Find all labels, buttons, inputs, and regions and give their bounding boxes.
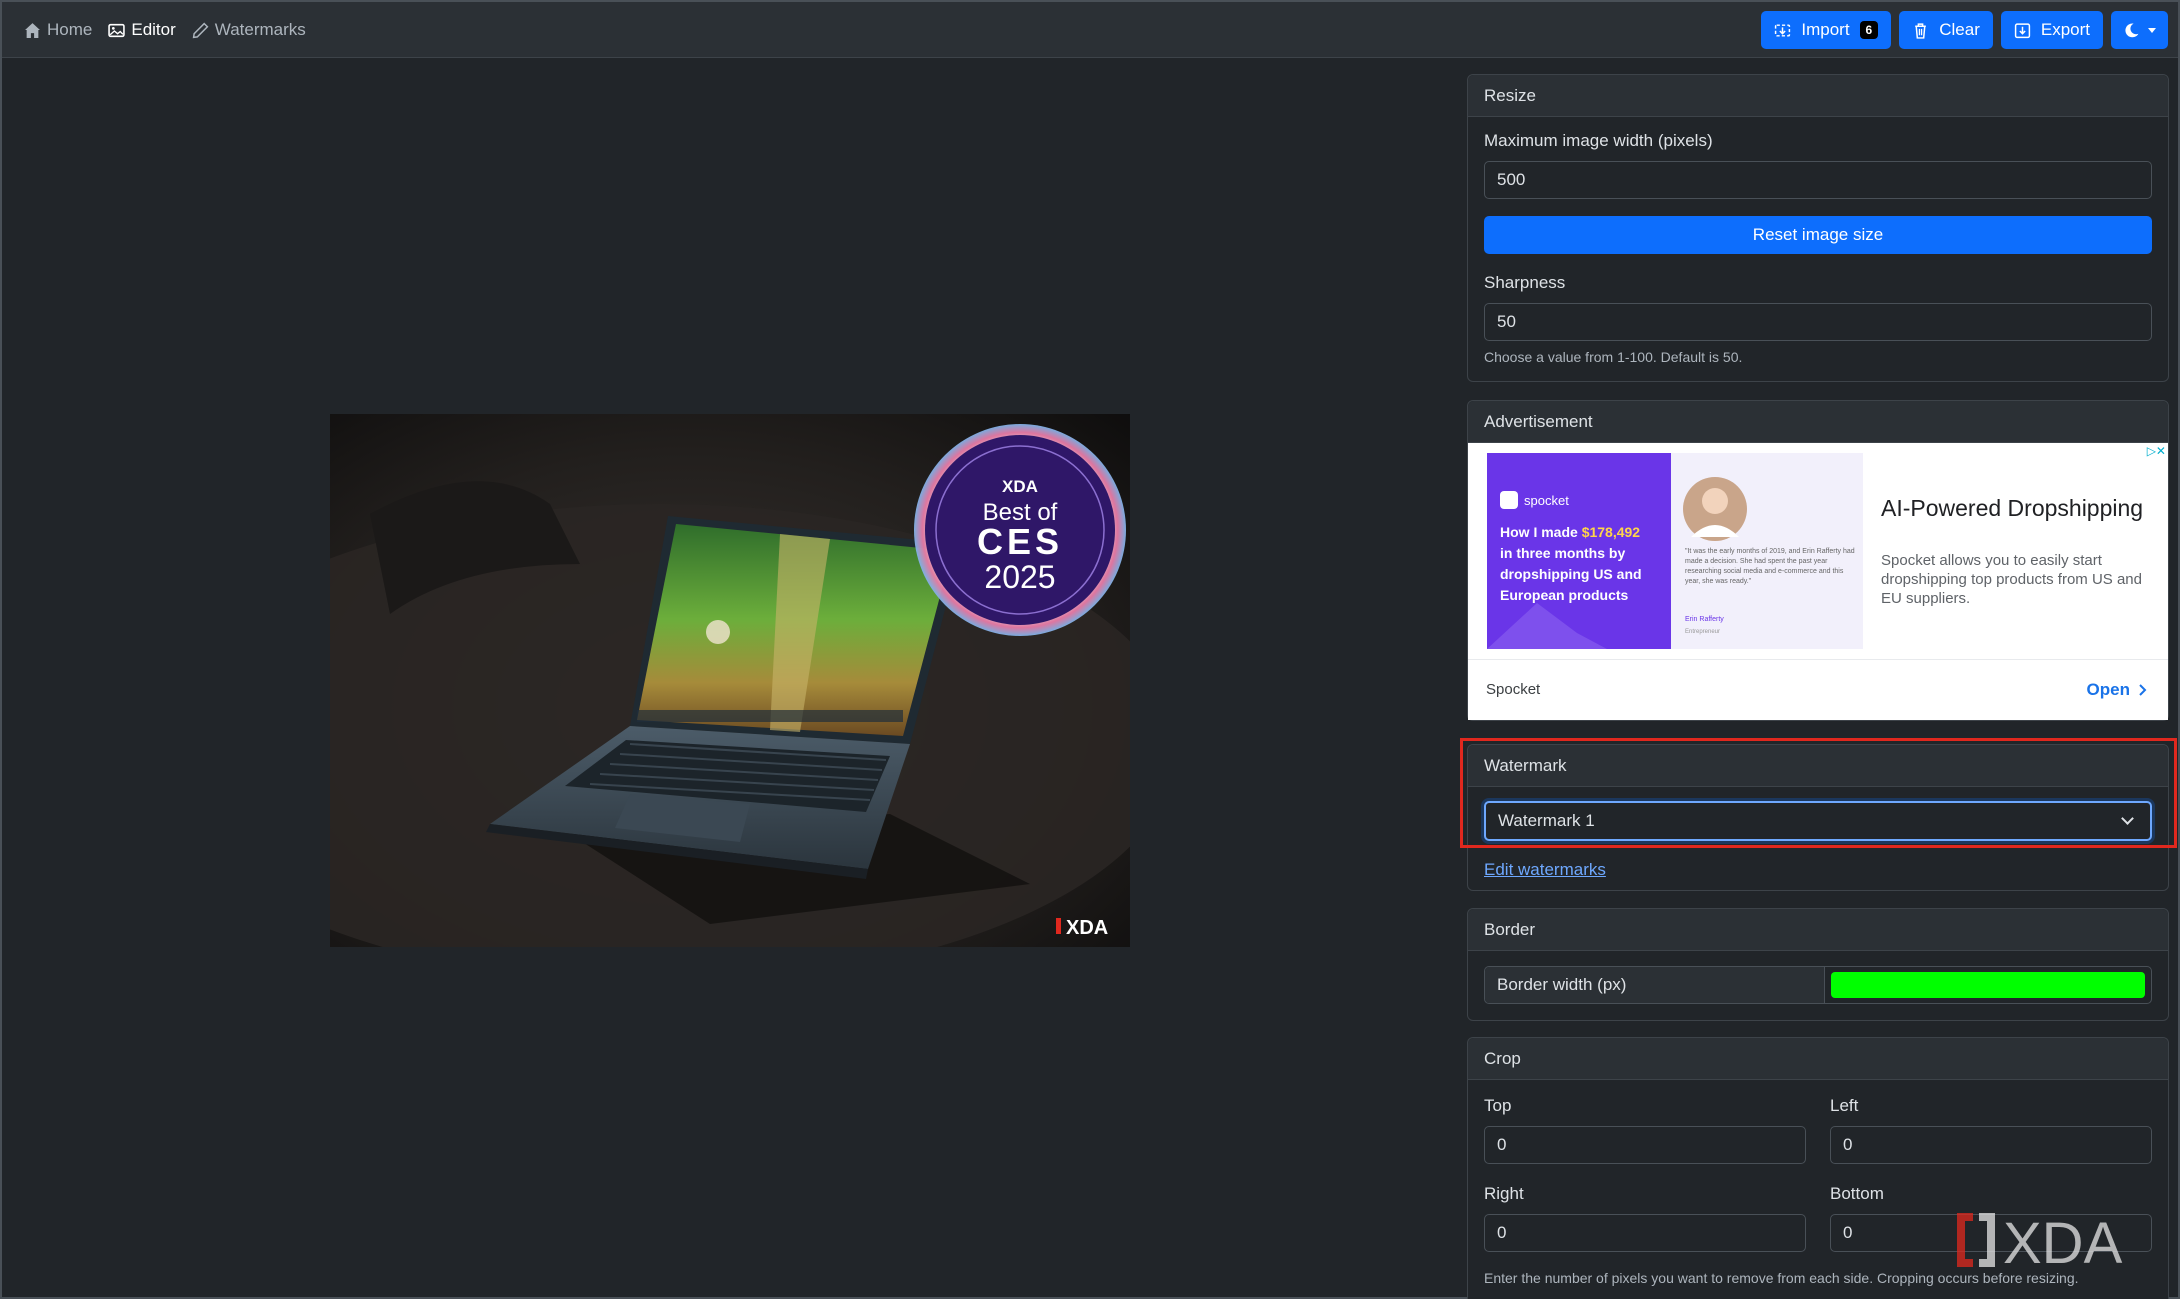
ad-title[interactable]: AI-Powered Dropshipping	[1881, 495, 2143, 522]
import-count-badge: 6	[1859, 21, 1879, 39]
crop-top-label: Top	[1484, 1096, 1512, 1115]
trash-icon	[1915, 22, 1927, 39]
border-width-label: Border width (px)	[1485, 967, 1825, 1003]
export-label: Export	[2040, 20, 2090, 39]
sharpness-label: Sharpness	[1484, 273, 1566, 292]
border-card: Border Border width (px)	[1467, 908, 2169, 1021]
edit-watermarks-link[interactable]: Edit watermarks	[1484, 860, 1606, 879]
badge-line3: 2025	[984, 559, 1055, 595]
reset-image-size-button[interactable]: Reset image size	[1484, 216, 2152, 254]
theme-toggle-button[interactable]	[2111, 11, 2168, 49]
max-width-label: Maximum image width (pixels)	[1484, 131, 1713, 150]
border-header: Border	[1468, 909, 2168, 951]
advertisement-card: Advertisement ▷✕ spocket How I made $178…	[1467, 400, 2169, 721]
laptop-photo: XDA Best of CES 2025 XDA	[330, 414, 1130, 947]
ad-creative-headline-pre: How I made	[1500, 524, 1582, 540]
badge-brand: XDA	[1002, 477, 1038, 496]
ad-open-label: Open	[2086, 680, 2130, 699]
crop-left-label: Left	[1830, 1096, 1859, 1115]
border-width-group: Border width (px)	[1484, 966, 2152, 1004]
svg-text:How I made $178,492: How I made $178,492	[1500, 524, 1640, 540]
ad-creative[interactable]: spocket How I made $178,492 in three mon…	[1487, 453, 1863, 649]
import-icon	[1775, 23, 1791, 37]
border-color-swatch[interactable]	[1831, 972, 2145, 998]
image-icon	[108, 23, 126, 37]
xda-logo-watermark: XDA	[1957, 1211, 2123, 1271]
ad-advertiser: Spocket	[1486, 681, 1541, 698]
chevron-right-icon	[2139, 684, 2147, 696]
nav-watermarks-label: Watermarks	[214, 20, 306, 39]
ad-creative-role: Entrepreneur	[1685, 629, 1720, 635]
top-navbar: Home Editor Watermarks Import 6 Clear Ex…	[2, 2, 2178, 58]
nav-watermarks[interactable]: Watermarks	[192, 20, 306, 40]
nav-editor-label: Editor	[131, 20, 176, 39]
border-color-picker[interactable]	[1825, 967, 2151, 1003]
ad-description: Spocket allows you to easily start drops…	[1881, 552, 2142, 607]
crop-bottom-label: Bottom	[1830, 1184, 1884, 1203]
resize-header: Resize	[1468, 75, 2168, 117]
ad-unit[interactable]: ▷✕ spocket How I made $178,492 in three …	[1468, 443, 2168, 720]
nav-home-label: Home	[47, 20, 93, 39]
import-label: Import	[1801, 20, 1850, 39]
export-button[interactable]: Export	[2000, 11, 2103, 49]
import-button[interactable]: Import 6	[1761, 11, 1892, 49]
nav-editor[interactable]: Editor	[108, 20, 176, 40]
nav-home[interactable]: Home	[24, 20, 92, 40]
moon-icon	[2125, 22, 2139, 37]
ad-creative-quote: "It was the early months of 2019, and Er…	[1685, 548, 1855, 585]
chevron-down-icon	[2148, 27, 2156, 33]
badge-line2: CES	[977, 521, 1063, 562]
sharpness-help: Choose a value from 1-100. Default is 50…	[1484, 349, 1743, 365]
advertisement-header: Advertisement	[1468, 401, 2168, 443]
crop-top-input[interactable]: 0	[1484, 1126, 1806, 1164]
clear-label: Clear	[1939, 20, 1980, 39]
crop-header: Crop	[1468, 1038, 2168, 1080]
ad-creative-brand: spocket	[1524, 493, 1569, 508]
download-icon	[2014, 22, 2031, 38]
crop-right-input[interactable]: 0	[1484, 1214, 1806, 1252]
house-icon	[25, 22, 40, 38]
image-preview: XDA Best of CES 2025 XDA	[330, 414, 1130, 947]
nav-links: Home Editor Watermarks	[24, 2, 306, 58]
crop-left-input[interactable]: 0	[1830, 1126, 2152, 1164]
ad-choices-icon[interactable]: ▷✕	[2147, 444, 2166, 458]
crop-help: Enter the number of pixels you want to r…	[1484, 1270, 2079, 1286]
max-width-input[interactable]: 500	[1484, 161, 2152, 199]
ad-creative-person: Erin Rafferty	[1685, 616, 1724, 623]
sharpness-input[interactable]: 50	[1484, 303, 2152, 341]
xda-logo-text: XDA	[2003, 1211, 2123, 1271]
ad-open-link[interactable]: Open	[2087, 680, 2148, 700]
ad-creative-amount: $178,492	[1582, 524, 1641, 540]
crop-right-label: Right	[1484, 1184, 1524, 1203]
nav-actions: Import 6 Clear Export	[1761, 11, 2168, 49]
clear-button[interactable]: Clear	[1899, 11, 1993, 49]
corner-watermark: XDA	[1066, 917, 1108, 939]
ad-creative-headline-post: in three months by dropshipping US and E…	[1500, 545, 1642, 603]
watermark-highlight-box	[1460, 738, 2177, 848]
ad-divider	[1468, 659, 2168, 660]
pencil-icon	[192, 22, 209, 38]
resize-card: Resize Maximum image width (pixels) 500 …	[1467, 74, 2169, 382]
